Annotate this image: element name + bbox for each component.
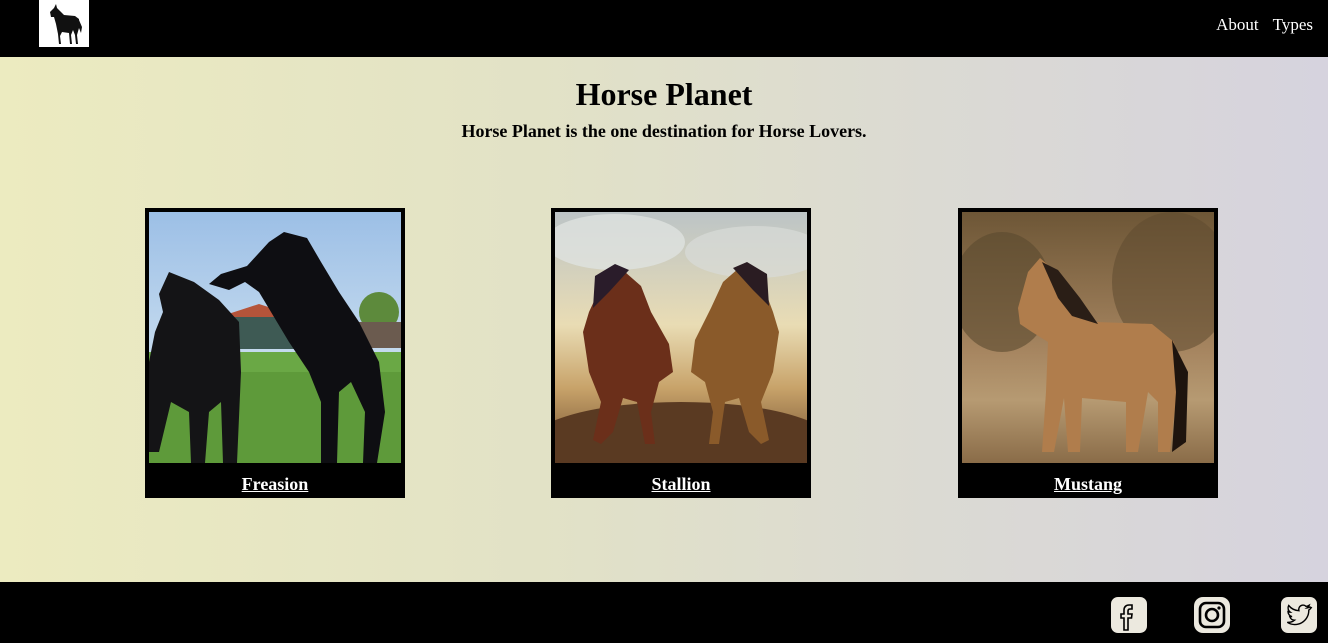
horse-card-mustang[interactable]: Mustang [958, 208, 1218, 498]
main-content: Horse Planet Horse Planet is the one des… [0, 57, 1328, 582]
freasion-label[interactable]: Freasion [145, 474, 405, 495]
facebook-icon[interactable] [1110, 596, 1148, 634]
twitter-icon[interactable] [1280, 596, 1318, 634]
horse-card-stallion[interactable]: Stallion [551, 208, 811, 498]
page-subtitle: Horse Planet is the one destination for … [461, 121, 867, 141]
stallion-image [555, 212, 807, 463]
footer [0, 582, 1328, 643]
horse-silhouette-icon [50, 3, 82, 44]
stallion-label[interactable]: Stallion [551, 474, 811, 495]
main-nav: About Types [1216, 15, 1313, 35]
nav-about-link[interactable]: About [1216, 15, 1259, 35]
mustang-label[interactable]: Mustang [958, 474, 1218, 495]
logo[interactable] [39, 0, 89, 47]
page-title: Horse Planet [575, 76, 753, 112]
freasion-image [149, 212, 401, 463]
instagram-icon[interactable] [1193, 596, 1231, 634]
mustang-image [962, 212, 1214, 463]
nav-types-link[interactable]: Types [1273, 15, 1313, 35]
horse-card-freasion[interactable]: Freasion [145, 208, 405, 498]
top-navbar: About Types [0, 0, 1328, 57]
